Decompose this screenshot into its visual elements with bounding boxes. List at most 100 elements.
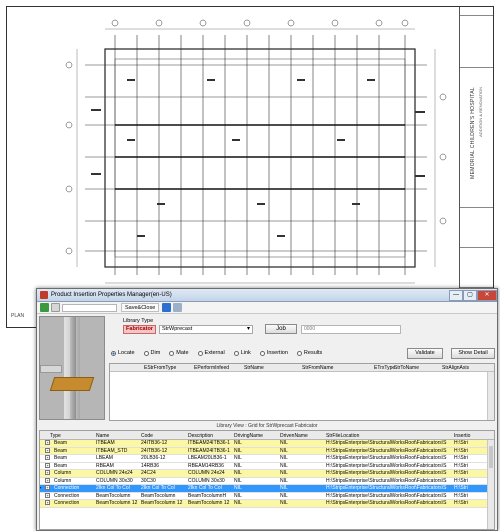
info-icon[interactable] bbox=[162, 303, 172, 312]
fabricator-button[interactable]: Fabricator bbox=[123, 325, 156, 334]
preview-base-plate bbox=[49, 377, 95, 391]
cell-description: 2Ikn Col To Col bbox=[188, 485, 222, 491]
cell-code: BeamTocolumn 12 bbox=[141, 500, 183, 506]
print-icon[interactable] bbox=[173, 303, 183, 312]
toolbar: Save&Close bbox=[37, 302, 497, 314]
radio-dot bbox=[259, 350, 265, 356]
properties-grid[interactable]: EStrFromType EPerformInfeed StrName StrF… bbox=[109, 363, 495, 421]
radio-dim[interactable]: Dim bbox=[143, 350, 160, 356]
expand-icon[interactable]: + bbox=[45, 440, 50, 445]
save-close-button[interactable]: Save&Close bbox=[121, 303, 160, 312]
column-header[interactable]: EPerformInfeed bbox=[194, 365, 229, 371]
product-preview bbox=[39, 316, 105, 420]
mode-radio-group: Locate Dim Mate External Link Insertion … bbox=[111, 350, 322, 356]
radio-label: Results bbox=[303, 350, 323, 356]
expand-icon[interactable]: + bbox=[45, 470, 50, 475]
sheet-corner-label: PLAN bbox=[11, 313, 25, 319]
radio-locate[interactable]: Locate bbox=[111, 350, 135, 356]
close-button[interactable]: ✕ bbox=[477, 289, 497, 301]
expand-icon[interactable]: + bbox=[45, 485, 50, 490]
table-row[interactable]: + Column COLUMN 24x24 24C24 COLUMN 24x24 NIL N… bbox=[40, 470, 494, 478]
table-row[interactable]: + Beam RBEAM 14RB36 RBEAM14RB36 NIL NIL H:\Stri… bbox=[40, 462, 494, 470]
cell-code: 24ITB36-12 bbox=[141, 447, 168, 454]
radio-link[interactable]: Link bbox=[233, 350, 251, 356]
properties-scrollbar[interactable] bbox=[487, 372, 494, 420]
cell-insertion: H:\Stri bbox=[454, 492, 468, 499]
cell-driving: NIL bbox=[234, 462, 242, 469]
expand-icon[interactable]: + bbox=[45, 500, 50, 505]
check-icon[interactable] bbox=[40, 303, 49, 312]
copy-icon[interactable] bbox=[51, 303, 60, 312]
library-view-header: Library View : Grid for StrWprecast Fabr… bbox=[216, 423, 318, 429]
cell-driven: NIL bbox=[280, 455, 288, 461]
cell-driving: NIL bbox=[234, 477, 242, 484]
cell-name: ITBEAM bbox=[96, 440, 115, 446]
table-row[interactable]: + Beam LBEAM 20LB36-12 LBEAM20LB36-1 NIL NIL H:… bbox=[40, 455, 494, 463]
cell-location: H:\StripsEnterprise\StructuralWorksRoot\… bbox=[326, 440, 447, 446]
cell-driving: NIL bbox=[234, 470, 242, 476]
column-header[interactable]: Description bbox=[188, 433, 213, 439]
column-header[interactable]: Type bbox=[50, 433, 61, 439]
radio-external[interactable]: External bbox=[197, 350, 225, 356]
table-row[interactable]: ▸ + Connection 2Ikn Col To Col 2Ikn Col To C… bbox=[40, 485, 494, 493]
table-row[interactable]: + Column COLUMN 30x30 30C30 COLUMN 30x30 NIL N… bbox=[40, 477, 494, 485]
title-bar[interactable]: Product Insertion Properties Manager(en-… bbox=[37, 289, 497, 302]
cell-description: ITBEAM24ITB36-1 bbox=[188, 440, 230, 446]
table-row[interactable]: + Connection BeamTocolumn BeamTocolumn BeamT… bbox=[40, 492, 494, 500]
column-header[interactable]: StrAlignAxis bbox=[442, 365, 469, 371]
table-row[interactable]: + Connection BeamTocolumn 12 BeamTocolumn 1… bbox=[40, 500, 494, 508]
column-header[interactable]: StrFileLocation bbox=[326, 433, 359, 439]
scrollbar-thumb[interactable] bbox=[489, 446, 493, 468]
table-row[interactable]: + Beam ITBEAM 24ITB36-12 ITBEAM24ITB36-1 NIL N… bbox=[40, 440, 494, 448]
column-header[interactable]: StrFromName bbox=[302, 365, 333, 371]
cell-type: Connection bbox=[54, 492, 80, 499]
cell-code: 2Ikn Col To Col bbox=[141, 485, 175, 491]
table-row[interactable]: + Beam ITBEAM_STD 24ITB36-12 ITBEAM24ITB36-1… bbox=[40, 447, 494, 455]
preview-beam bbox=[40, 365, 62, 373]
project-subtitle: ADDITION & RENOVATION bbox=[478, 87, 483, 137]
show-detail-button[interactable]: Show Detail bbox=[451, 348, 495, 359]
cell-description: COLUMN 24x24 bbox=[188, 470, 225, 476]
column-header[interactable]: Insertio bbox=[454, 433, 470, 439]
column-header[interactable]: DrivingName bbox=[234, 433, 263, 439]
app-icon bbox=[40, 291, 48, 299]
expand-icon[interactable]: + bbox=[45, 462, 50, 468]
column-header[interactable]: StrToName bbox=[394, 365, 419, 371]
radio-mate[interactable]: Mate bbox=[169, 350, 189, 356]
cell-code: 30C30 bbox=[141, 477, 156, 484]
preview-column-shadow bbox=[70, 317, 76, 419]
column-header[interactable]: EStrFromType bbox=[144, 365, 176, 371]
cell-name: LBEAM bbox=[96, 455, 113, 461]
column-header[interactable]: StrName bbox=[244, 365, 264, 371]
cell-type: Connection bbox=[54, 500, 80, 506]
cell-location: H:\StripsEnterprise\StructuralWorksRoot\… bbox=[326, 477, 447, 484]
column-header[interactable]: ETrxType bbox=[374, 365, 395, 371]
cell-driving: NIL bbox=[234, 485, 242, 491]
cell-insertion: H:\Stri bbox=[454, 440, 468, 446]
expand-icon[interactable]: + bbox=[45, 447, 50, 453]
cell-insertion: H:\Stri bbox=[454, 462, 468, 469]
library-select[interactable]: StrWprecast ▾ bbox=[159, 325, 253, 334]
validate-button[interactable]: Validate bbox=[407, 348, 443, 359]
minimize-button[interactable]: — bbox=[449, 289, 463, 301]
library-select-value: StrWprecast bbox=[162, 326, 193, 332]
cell-location: H:\StripsEnterprise\StructuralWorksRoot\… bbox=[326, 455, 447, 461]
cell-driven: NIL bbox=[280, 447, 288, 454]
job-button[interactable]: Job bbox=[265, 324, 297, 334]
expand-icon[interactable]: + bbox=[45, 455, 50, 460]
cell-insertion: H:\Stri bbox=[454, 500, 468, 506]
toolbar-field[interactable] bbox=[62, 303, 117, 312]
cell-name: COLUMN 24x24 bbox=[96, 470, 133, 476]
column-header[interactable]: Name bbox=[96, 433, 109, 439]
maximize-button[interactable]: ▢ bbox=[463, 289, 477, 301]
expand-icon[interactable]: + bbox=[45, 492, 50, 498]
job-field[interactable]: 0000 bbox=[301, 325, 401, 334]
column-header[interactable]: Code bbox=[141, 433, 153, 439]
cell-driven: NIL bbox=[280, 477, 288, 484]
library-grid[interactable]: Type Name Code Description DrivingName D… bbox=[39, 430, 495, 530]
expand-icon[interactable]: + bbox=[45, 477, 50, 483]
column-header[interactable]: DrivenName bbox=[280, 433, 308, 439]
radio-results[interactable]: Results bbox=[296, 350, 323, 356]
library-scrollbar[interactable] bbox=[487, 440, 494, 529]
radio-insertion[interactable]: Insertion bbox=[259, 350, 288, 356]
